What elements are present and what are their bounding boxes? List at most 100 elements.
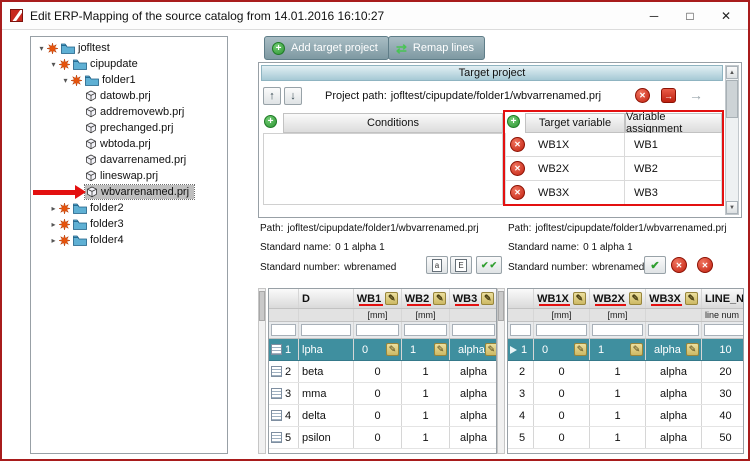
remap-lines-button[interactable]: ⇄ Remap lines bbox=[388, 36, 486, 60]
column-header-wb2[interactable]: WB2 ✎ bbox=[402, 289, 450, 308]
mapping-row[interactable]: ✕ WB1X WB1 bbox=[505, 133, 722, 157]
filter-input[interactable] bbox=[301, 324, 351, 336]
edit-pencil-icon[interactable]: ✎ bbox=[686, 343, 699, 356]
column-header-wb2x[interactable]: WB2X ✎ bbox=[590, 289, 646, 308]
filter-input[interactable] bbox=[648, 324, 699, 336]
table-row[interactable]: 5 psilon 0 1 alpha bbox=[269, 427, 496, 449]
target-variable-header[interactable]: Target variable bbox=[525, 113, 625, 133]
table-row-selected[interactable]: 1 lpha 0 ✎ 1 ✎ alpha ✎ bbox=[269, 339, 496, 361]
filter-input[interactable] bbox=[452, 324, 495, 336]
add-target-project-button[interactable]: + Add target project bbox=[264, 36, 389, 60]
edit-pencil-icon[interactable]: ✎ bbox=[434, 343, 447, 356]
tree-item-project[interactable]: lineswap.prj bbox=[31, 168, 227, 184]
edit-pencil-icon[interactable]: ✎ bbox=[628, 292, 642, 305]
delete-mapping-button[interactable]: ✕ bbox=[510, 161, 525, 176]
project-cube-icon bbox=[85, 154, 97, 166]
edit-pencil-icon[interactable]: ✎ bbox=[630, 343, 643, 356]
edit-pencil-icon[interactable]: ✎ bbox=[385, 292, 399, 305]
edit-pencil-icon[interactable]: ✎ bbox=[481, 292, 495, 305]
filter-input[interactable] bbox=[271, 324, 296, 336]
tree-item-project[interactable]: davarrenamed.prj bbox=[31, 152, 227, 168]
edit-pencil-icon[interactable]: ✎ bbox=[572, 292, 586, 305]
standard-name-tool-button[interactable]: a bbox=[426, 256, 448, 274]
table-row[interactable]: 4 delta 0 1 alpha bbox=[269, 405, 496, 427]
edit-pencil-icon[interactable]: ✎ bbox=[386, 343, 399, 356]
scroll-up-icon[interactable]: ▲ bbox=[726, 66, 738, 79]
table-row[interactable]: 4 0 1 alpha 40 bbox=[508, 405, 743, 427]
titlebar[interactable]: Edit ERP-Mapping of the source catalog f… bbox=[2, 2, 748, 30]
filter-input[interactable] bbox=[704, 324, 743, 336]
tree-item-project[interactable]: prechanged.prj bbox=[31, 120, 227, 136]
column-header-line[interactable]: LINE_N bbox=[702, 289, 743, 308]
close-button[interactable]: ✕ bbox=[708, 2, 744, 29]
delete-mapping-button[interactable]: ✕ bbox=[510, 137, 525, 152]
tree-item-folder2[interactable]: ▸ folder2 bbox=[31, 200, 227, 216]
reject-button[interactable]: ✕ bbox=[671, 257, 687, 273]
target-variable-cell: WB2X bbox=[529, 157, 625, 180]
cell-value: 40 bbox=[719, 409, 732, 422]
chevron-right-icon[interactable]: ▸ bbox=[48, 220, 59, 229]
chevron-down-icon[interactable]: ▾ bbox=[60, 76, 71, 85]
filter-input[interactable] bbox=[510, 324, 531, 336]
table-row[interactable]: 2 beta 0 1 alpha bbox=[269, 361, 496, 383]
edit-pencil-icon[interactable]: ✎ bbox=[484, 343, 496, 356]
conditions-header[interactable]: Conditions bbox=[283, 113, 503, 133]
tree-item-project[interactable]: datowb.prj bbox=[31, 88, 227, 104]
cell-value: 10 bbox=[719, 343, 732, 356]
maximize-button[interactable]: □ bbox=[672, 2, 708, 29]
catalog-tree: ▾ jofltest ▾ cipupdate ▾ folder1 datowb.… bbox=[30, 36, 228, 454]
mapping-row[interactable]: ✕ WB3X WB3 bbox=[505, 181, 722, 205]
edit-pencil-icon[interactable]: ✎ bbox=[433, 292, 447, 305]
column-header-d[interactable]: D bbox=[299, 289, 354, 308]
tree-item-project[interactable]: addremovewb.prj bbox=[31, 104, 227, 120]
chevron-right-icon[interactable]: ▸ bbox=[48, 204, 59, 213]
apply-all-button[interactable]: ✔ ✔ bbox=[476, 256, 502, 274]
filter-input[interactable] bbox=[592, 324, 643, 336]
table-row[interactable]: 5 0 1 alpha 50 bbox=[508, 427, 743, 449]
add-condition-button[interactable]: + bbox=[264, 115, 277, 128]
open-project-button[interactable]: → bbox=[661, 88, 676, 103]
edit-pencil-icon[interactable]: ✎ bbox=[684, 292, 698, 305]
remove-target-project-button[interactable]: ✕ bbox=[635, 88, 650, 103]
scrollbar-thumb[interactable] bbox=[726, 80, 738, 118]
standard-number-tool-button[interactable]: E bbox=[450, 256, 472, 274]
column-header-wb3[interactable]: WB3 ✎ bbox=[450, 289, 496, 308]
column-header-wb1x[interactable]: WB1X ✎ bbox=[534, 289, 590, 308]
reject-all-button[interactable]: ✕ bbox=[697, 257, 713, 273]
table-row[interactable]: 3 0 1 alpha 30 bbox=[508, 383, 743, 405]
column-header-wb3x[interactable]: WB3X ✎ bbox=[646, 289, 702, 308]
scrollbar-thumb[interactable] bbox=[498, 291, 504, 321]
tree-item-folder4[interactable]: ▸ folder4 bbox=[31, 232, 227, 248]
add-mapping-button[interactable]: + bbox=[507, 115, 520, 128]
move-up-button[interactable]: ↑ bbox=[263, 87, 281, 105]
table-row[interactable]: 3 mma 0 1 alpha bbox=[269, 383, 496, 405]
left-table-scrollbar[interactable] bbox=[258, 288, 266, 454]
table-row[interactable]: 2 0 1 alpha 20 bbox=[508, 361, 743, 383]
middle-table-scrollbar[interactable] bbox=[497, 288, 505, 454]
edit-pencil-icon[interactable]: ✎ bbox=[574, 343, 587, 356]
chevron-down-icon[interactable]: ▾ bbox=[48, 60, 59, 69]
mapping-row[interactable]: ✕ WB2X WB2 bbox=[505, 157, 722, 181]
accept-button[interactable]: ✔ bbox=[644, 256, 666, 274]
chevron-right-icon[interactable]: ▸ bbox=[48, 236, 59, 245]
chevron-down-icon[interactable]: ▾ bbox=[36, 44, 47, 53]
table-row-selected[interactable]: 1 0 ✎ 1 ✎ alpha ✎ 10 bbox=[508, 339, 743, 361]
filter-input[interactable] bbox=[536, 324, 587, 336]
folder-icon bbox=[85, 75, 99, 86]
minimize-button[interactable]: ─ bbox=[636, 2, 672, 29]
tree-item-project[interactable]: wbtoda.prj bbox=[31, 136, 227, 152]
tree-item-jofltest[interactable]: ▾ jofltest bbox=[31, 40, 227, 56]
tree-item-cipupdate[interactable]: ▾ cipupdate bbox=[31, 56, 227, 72]
move-down-button[interactable]: ↓ bbox=[284, 87, 302, 105]
panel-scrollbar[interactable]: ▲ ▼ bbox=[725, 65, 739, 215]
scrollbar-thumb[interactable] bbox=[259, 291, 265, 321]
conditions-body[interactable] bbox=[263, 133, 503, 205]
scroll-down-icon[interactable]: ▼ bbox=[726, 201, 738, 214]
filter-input[interactable] bbox=[356, 324, 399, 336]
tree-item-folder3[interactable]: ▸ folder3 bbox=[31, 216, 227, 232]
column-header-wb1[interactable]: WB1 ✎ bbox=[354, 289, 402, 308]
filter-input[interactable] bbox=[404, 324, 447, 336]
delete-mapping-button[interactable]: ✕ bbox=[510, 185, 525, 200]
variable-assignment-header[interactable]: Variable assignment bbox=[625, 111, 722, 135]
tree-item-folder1[interactable]: ▾ folder1 bbox=[31, 72, 227, 88]
